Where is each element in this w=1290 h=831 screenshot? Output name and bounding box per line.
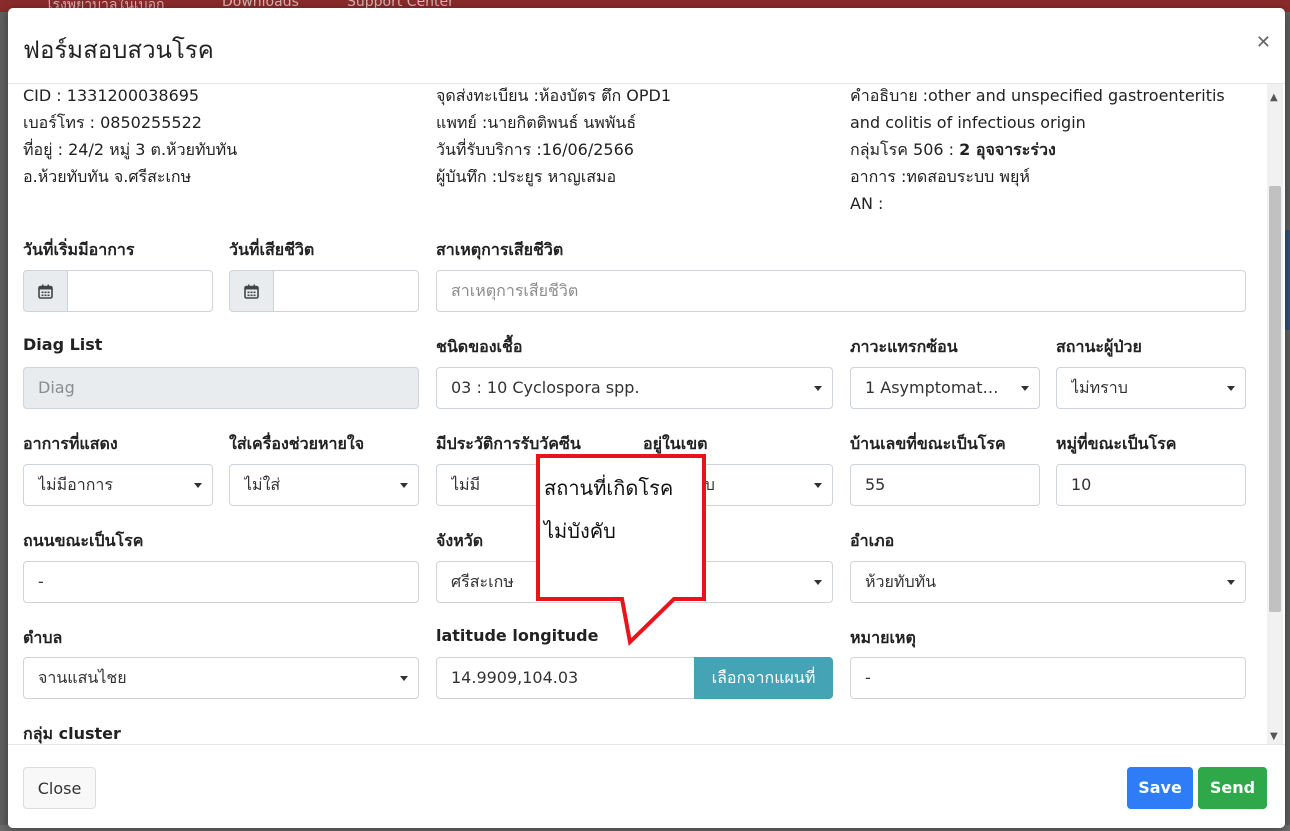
diagnosis-description-2: and colitis of infectious origin (850, 113, 1086, 132)
calendar-icon (244, 284, 259, 299)
patient-status-label: สถานะผู้ป่วย (1056, 337, 1142, 356)
death-cause-label: สาเหตุการเสียชีวิต (436, 240, 564, 259)
close-button[interactable]: Close (23, 767, 96, 809)
modal-scrollbar[interactable]: ▲ ▼ (1267, 84, 1283, 744)
doctor-text: แพทย์ :นายกิตติพนธ์ นพพันธ์ (436, 113, 637, 132)
subdistrict-label: ตำบล (23, 628, 63, 647)
house-no-label: บ้านเลขที่ขณะเป็นโรค (850, 434, 1006, 453)
symptoms-shown-select-value: ไม่มีอาการ (38, 475, 113, 494)
remark-input[interactable]: - (850, 657, 1246, 699)
pathogen-label: ชนิดของเชื้อ (436, 337, 523, 356)
cluster-label: กลุ่ม cluster (23, 724, 121, 743)
diag-list-label: Diag List (23, 335, 103, 354)
house-no-input[interactable]: 55 (850, 464, 1040, 506)
subdistrict-select[interactable]: จานแสนไชย (23, 657, 419, 699)
diagnosis-description: คำอธิบาย :other and unspecified gastroen… (850, 86, 1225, 105)
scrollbar-thumb[interactable] (1269, 186, 1281, 612)
complication-select-value: 1 Asymptomatic infection (865, 378, 999, 397)
chevron-down-icon (400, 483, 408, 488)
service-date-text: วันที่รับบริการ :16/06/2566 (436, 140, 634, 159)
disease-group-value: 2 อุจจาระร่วง (959, 140, 1056, 159)
chevron-down-icon (1227, 580, 1235, 585)
modal-title: ฟอร์มสอบสวนโรค (23, 36, 214, 64)
callout-line1: สถานที่เกิดโรค (544, 476, 674, 500)
patient-info-col2: จุดส่งทะเบียน :ห้องบัตร ตึก OPD1 แพทย์ :… (436, 84, 671, 190)
ventilator-select-value: ไม่ใส่ (244, 475, 281, 494)
an-text: AN : (850, 194, 884, 213)
province-select-value: ศรีสะเกษ (451, 572, 514, 591)
symptoms-shown-label: อาการที่แสดง (23, 434, 118, 453)
patient-info-col1: CID : 1331200038695 เบอร์โทร : 085025552… (23, 84, 237, 190)
remark-label: หมายเหตุ (850, 628, 916, 647)
patient-info-col3: คำอธิบาย :other and unspecified gastroen… (850, 84, 1225, 217)
annotation-callout: สถานที่เกิดโรค ไม่บังคับ (536, 454, 708, 654)
road-input[interactable]: - (23, 561, 419, 603)
chevron-down-icon (1021, 386, 1029, 391)
province-label: จังหวัด (436, 531, 484, 550)
ventilator-select[interactable]: ไม่ใส่ (229, 464, 419, 506)
death-date-picker[interactable] (229, 270, 419, 312)
latlng-input[interactable]: 14.9909,104.03 (436, 657, 696, 699)
scroll-down-icon[interactable]: ▼ (1270, 731, 1278, 742)
disease-group-506: กลุ่มโรค 506 : 2 อุจจาระร่วง (850, 136, 1225, 163)
send-button[interactable]: Send (1198, 767, 1267, 809)
disease-group-prefix: กลุ่มโรค 506 : (850, 140, 960, 159)
village-no-input[interactable]: 10 (1056, 464, 1246, 506)
death-date-input[interactable] (273, 270, 419, 312)
complication-select[interactable]: 1 Asymptomatic infection (850, 367, 1040, 409)
pathogen-select[interactable]: 03 : 10 Cyclospora spp. (436, 367, 833, 409)
investigation-modal: ฟอร์มสอบสวนโรค ✕ CID : 1331200038695 เบอ… (8, 8, 1285, 828)
cid-text: CID : 1331200038695 (23, 86, 200, 105)
complication-label: ภาวะแทรกซ้อน (850, 337, 958, 356)
chevron-down-icon (1227, 386, 1235, 391)
vaccine-history-select-value: ไม่มี (451, 475, 481, 494)
death-cause-input[interactable]: สาเหตุการเสียชีวิต (436, 270, 1246, 312)
patient-status-select[interactable]: ไม่ทราบ (1056, 367, 1246, 409)
district-select-value: ห้วยทับทัน (865, 572, 937, 591)
modal-footer: Close Save Send (8, 744, 1285, 828)
district-select[interactable]: ห้วยทับทัน (850, 561, 1246, 603)
close-icon[interactable]: ✕ (1256, 32, 1271, 53)
address-text: ที่อยู่ : 24/2 หมู่ 3 ต.ห้วยทับทัน (23, 140, 238, 159)
modal-header: ฟอร์มสอบสวนโรค ✕ (8, 8, 1285, 84)
chevron-down-icon (814, 483, 822, 488)
chevron-down-icon (194, 483, 202, 488)
save-button[interactable]: Save (1127, 767, 1193, 809)
road-label: ถนนขณะเป็นโรค (23, 531, 144, 550)
select-from-map-button[interactable]: เลือกจากแผนที่ (694, 657, 833, 699)
chevron-down-icon (814, 386, 822, 391)
onset-date-label: วันที่เริ่มมีอาการ (23, 240, 135, 259)
scroll-up-icon[interactable]: ▲ (1270, 92, 1278, 103)
chevron-down-icon (400, 676, 408, 681)
patient-status-select-value: ไม่ทราบ (1071, 378, 1128, 397)
onset-date-calendar-button[interactable] (23, 270, 67, 312)
phone-text: เบอร์โทร : 0850255522 (23, 113, 202, 132)
district-label: อำเภอ (850, 531, 895, 550)
callout-line2: ไม่บังคับ (544, 519, 616, 543)
pathogen-select-value: 03 : 10 Cyclospora spp. (451, 378, 640, 397)
chevron-down-icon (814, 580, 822, 585)
recorder-text: ผู้บันทึก :ประยูร หาญเสมอ (436, 167, 617, 186)
onset-date-picker[interactable] (23, 270, 213, 312)
subdistrict-select-value: จานแสนไชย (38, 668, 127, 687)
symptom-text: อาการ :ทดสอบระบบ พยุห์ (850, 167, 1030, 186)
symptoms-shown-select[interactable]: ไม่มีอาการ (23, 464, 213, 506)
village-no-label: หมู่ที่ขณะเป็นโรค (1056, 434, 1177, 453)
death-date-calendar-button[interactable] (229, 270, 273, 312)
calendar-icon (38, 284, 53, 299)
onset-date-input[interactable] (67, 270, 213, 312)
death-date-label: วันที่เสียชีวิต (229, 240, 315, 259)
diag-list-input: Diag (23, 367, 419, 409)
registration-point-text: จุดส่งทะเบียน :ห้องบัตร ตึก OPD1 (436, 86, 671, 105)
address-text-2: อ.ห้วยทับทัน จ.ศรีสะเกษ (23, 167, 192, 186)
ventilator-label: ใส่เครื่องช่วยหายใจ (229, 434, 365, 453)
